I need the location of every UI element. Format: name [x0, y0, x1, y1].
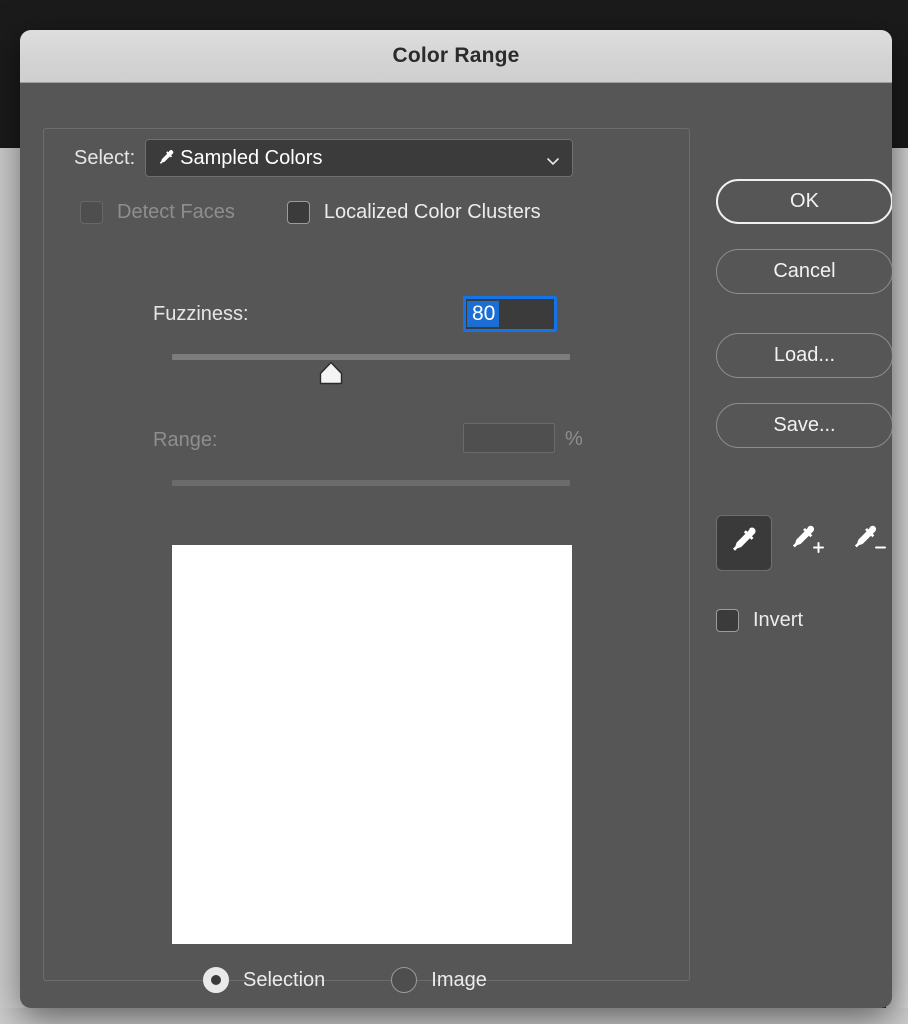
detect-faces-checkbox [80, 201, 103, 224]
invert-checkbox[interactable] [716, 609, 739, 632]
eyedropper-icon [727, 524, 761, 563]
range-label: Range: [153, 429, 218, 451]
fuzziness-slider-track[interactable] [172, 354, 570, 360]
fuzziness-label: Fuzziness: [153, 303, 249, 325]
localized-color-clusters-checkbox-group[interactable]: Localized Color Clusters [286, 201, 541, 224]
color-range-dialog: Color Range Select: Sampled Colors Detec… [20, 30, 892, 1008]
eyedropper-add-button[interactable] [778, 515, 834, 571]
dialog-title: Color Range [392, 44, 520, 67]
ok-button[interactable]: OK [716, 179, 892, 224]
save-button[interactable]: Save... [716, 403, 892, 448]
color-range-preview[interactable] [172, 545, 572, 944]
eyedropper-add-icon [787, 523, 825, 564]
eyedropper-icon [156, 148, 176, 168]
range-input [463, 423, 555, 453]
localized-color-clusters-checkbox[interactable] [286, 201, 310, 224]
eyedropper-toolbar [716, 515, 892, 571]
eyedropper-tool-button[interactable] [716, 515, 772, 571]
select-row: Select: Sampled Colors [70, 139, 578, 177]
chevron-down-icon [546, 151, 560, 166]
selection-radio[interactable] [203, 967, 229, 993]
options-row: Detect Faces Localized Color Clusters [80, 201, 541, 224]
fuzziness-value: 80 [467, 301, 500, 327]
preview-mode-radios: Selection Image [203, 967, 487, 993]
desktop-backdrop-bottom [0, 1008, 908, 1024]
dialog-titlebar[interactable]: Color Range [20, 30, 892, 83]
select-value: Sampled Colors [180, 146, 323, 169]
select-dropdown[interactable]: Sampled Colors [145, 139, 574, 177]
fuzziness-input[interactable]: 80 [463, 296, 557, 332]
eyedropper-subtract-icon [849, 523, 887, 564]
screen: Color Range Select: Sampled Colors Detec… [0, 0, 908, 1024]
image-radio-group[interactable]: Image [391, 967, 487, 993]
selection-radio-label: Selection [243, 968, 326, 991]
dialog-body: Select: Sampled Colors Detect Faces Loca… [20, 83, 892, 1008]
image-radio[interactable] [391, 967, 418, 993]
eyedropper-subtract-button[interactable] [840, 515, 892, 571]
fuzziness-slider-thumb[interactable] [318, 361, 344, 385]
invert-label: Invert [753, 609, 804, 631]
invert-checkbox-group[interactable]: Invert [716, 609, 803, 632]
load-button[interactable]: Load... [716, 333, 892, 378]
detect-faces-label: Detect Faces [117, 201, 235, 223]
range-slider-track [172, 480, 570, 486]
range-unit: % [565, 428, 583, 450]
detect-faces-checkbox-group: Detect Faces [80, 201, 235, 224]
localized-color-clusters-label: Localized Color Clusters [323, 201, 541, 223]
cancel-button[interactable]: Cancel [716, 249, 892, 294]
select-label: Select: [74, 146, 136, 169]
selection-radio-group[interactable]: Selection [203, 967, 325, 993]
image-radio-label: Image [431, 968, 487, 991]
